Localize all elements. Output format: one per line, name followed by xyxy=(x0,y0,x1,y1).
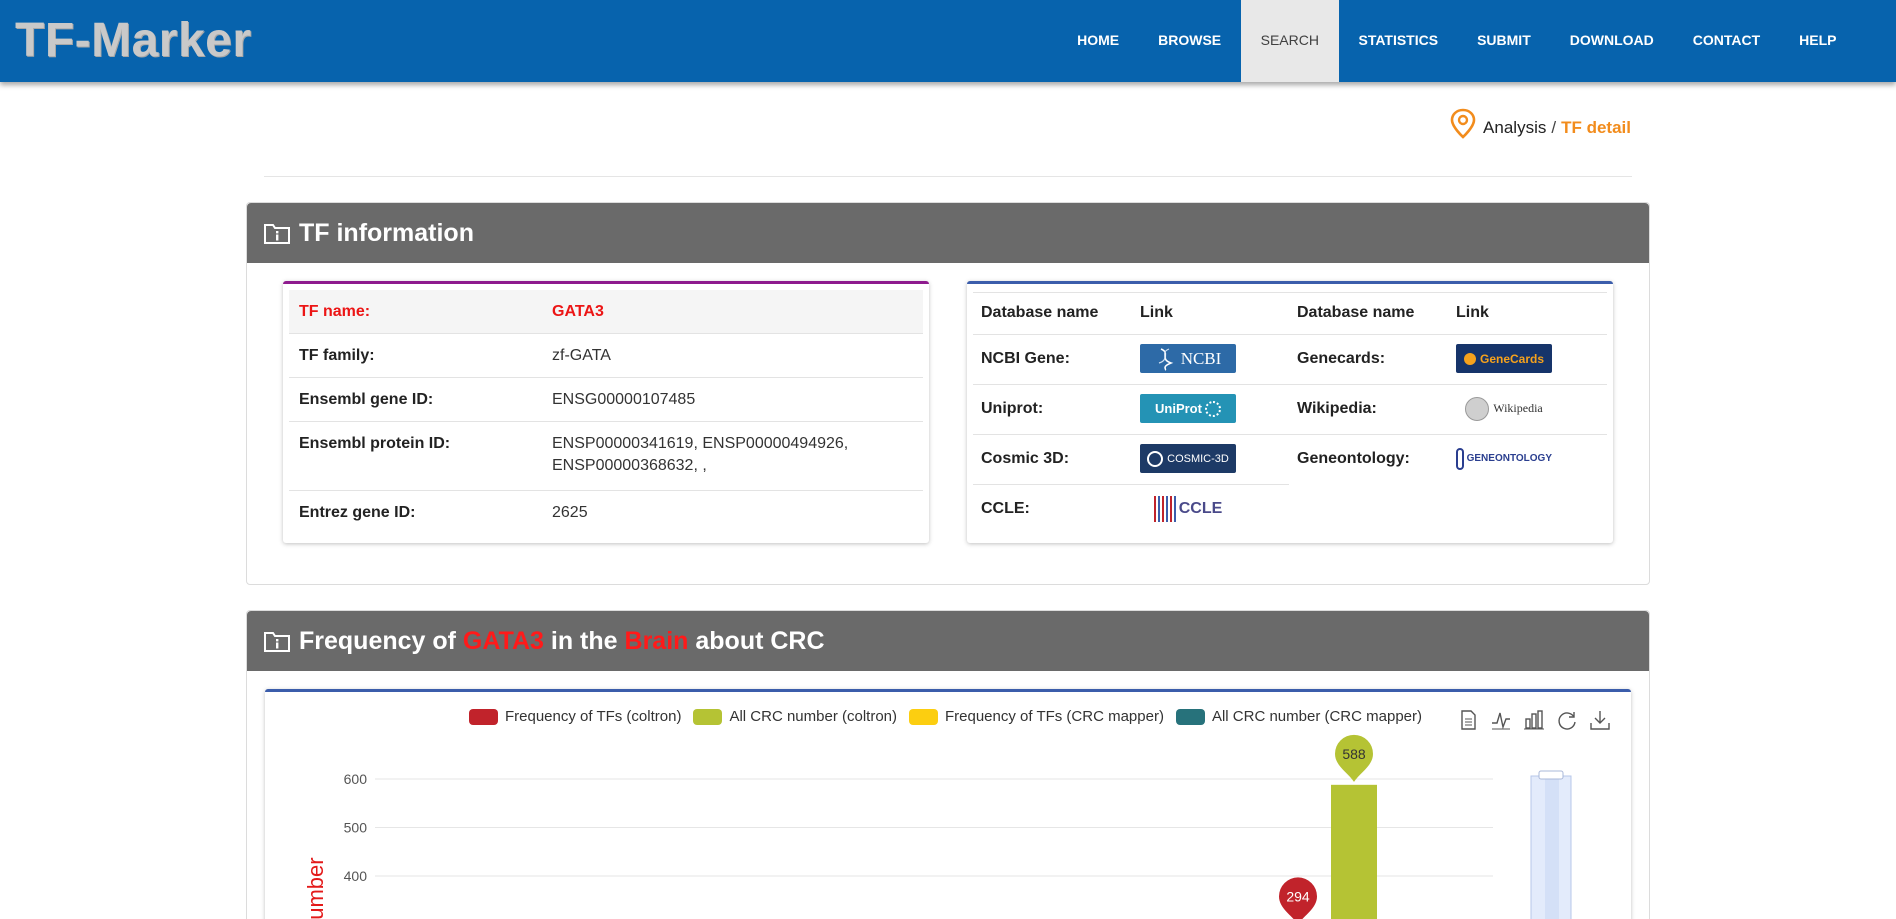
db-name-header-1: Database name xyxy=(981,304,1099,321)
frequency-title-1: Frequency of xyxy=(299,626,463,655)
site-logo[interactable]: TF-Marker xyxy=(15,13,252,68)
db-wikipedia-label: Wikipedia: xyxy=(1297,400,1377,417)
tf-name-value: GATA3 xyxy=(552,303,604,320)
entrez-gene-label: Entrez gene ID: xyxy=(299,504,416,521)
cosmic-3d-logo-link[interactable]: COSMIC-3D xyxy=(1140,444,1236,473)
nav-search[interactable]: SEARCH xyxy=(1240,0,1339,82)
info-folder-icon xyxy=(264,224,290,244)
info-folder-icon xyxy=(264,632,290,652)
bar-coltron-all xyxy=(1331,784,1377,919)
ccle-logo-link[interactable]: CCLE xyxy=(1140,494,1236,523)
geneontology-mark-icon xyxy=(1456,447,1464,470)
wikipedia-globe-icon xyxy=(1465,396,1490,421)
frequency-panel: Frequency of GATA3 in the Brain about CR… xyxy=(246,610,1650,919)
frequency-title-tissue: Brain xyxy=(624,626,689,655)
tf-information-title: TF information xyxy=(299,218,474,247)
row-tf-name: TF name: GATA3 xyxy=(289,290,923,334)
row-ensembl-protein: Ensembl protein ID: ENSP00000341619, ENS… xyxy=(289,422,923,491)
top-navbar: TF-Marker HOME BROWSE SEARCH STATISTICS … xyxy=(0,0,1896,82)
tf-family-value: zf-GATA xyxy=(552,347,611,364)
breadcrumb-separator: / xyxy=(1551,118,1557,137)
db-link-header-1: Link xyxy=(1140,304,1173,321)
ncbi-helix-icon xyxy=(1158,347,1174,371)
breadcrumb-current: TF detail xyxy=(1561,118,1631,137)
data-label: 588 xyxy=(1342,746,1366,762)
nav-browse[interactable]: BROWSE xyxy=(1139,0,1241,82)
entrez-gene-value: 2625 xyxy=(552,504,588,521)
uniprot-mark-icon xyxy=(1204,400,1221,417)
frequency-title-3: about CRC xyxy=(688,626,825,655)
db-ncbi-label: NCBI Gene: xyxy=(981,350,1070,367)
location-pin-icon xyxy=(1450,108,1476,139)
frequency-title-tf: GATA3 xyxy=(462,626,544,655)
db-uniprot-label: Uniprot: xyxy=(981,400,1044,417)
db-cosmic-label: Cosmic 3D: xyxy=(981,450,1070,467)
tf-information-panel: TF information TF name: GATA3 TF family:… xyxy=(246,202,1650,585)
db-link-header-2: Link xyxy=(1456,304,1489,321)
ncbi-logo-link[interactable]: NCBI xyxy=(1140,344,1236,373)
nav-statistics[interactable]: STATISTICS xyxy=(1339,0,1458,82)
row-ensembl-gene: Ensembl gene ID: ENSG00000107485 xyxy=(289,378,923,422)
frequency-chart: Frequency of TFs (coltron) All CRC numbe… xyxy=(265,689,1631,919)
geneontology-logo-link[interactable]: GENEONTOLOGY xyxy=(1456,444,1552,473)
row-tf-family: TF family: zf-GATA xyxy=(289,334,923,378)
cosmic-mark-icon xyxy=(1147,450,1164,467)
db-ccle-label: CCLE: xyxy=(981,500,1030,517)
nav-contact[interactable]: CONTACT xyxy=(1673,0,1779,82)
nav-help[interactable]: HELP xyxy=(1780,0,1856,82)
db-geneontology-label: Geneontology: xyxy=(1297,450,1410,467)
wikipedia-logo-link[interactable]: Wikipedia xyxy=(1456,394,1552,423)
y-tick-label: 600 xyxy=(344,771,368,787)
genecards-logo-link[interactable]: GeneCards xyxy=(1456,344,1552,373)
main-nav: HOME BROWSE SEARCH STATISTICS SUBMIT DOW… xyxy=(1058,0,1856,82)
breadcrumb-analysis[interactable]: Analysis xyxy=(1483,118,1546,138)
y-tick-label: 500 xyxy=(344,820,368,836)
y-tick-label: 400 xyxy=(344,868,368,884)
ensembl-protein-value: ENSP00000341619, ENSP00000494926, ENSP00… xyxy=(552,435,849,474)
nav-download[interactable]: DOWNLOAD xyxy=(1550,0,1673,82)
tf-details-card: TF name: GATA3 TF family: zf-GATA Ensemb… xyxy=(283,281,929,543)
data-label: 294 xyxy=(1286,888,1310,904)
nav-submit[interactable]: SUBMIT xyxy=(1458,0,1551,82)
bar-chart-canvas: 300400500600number294588 xyxy=(303,734,1572,919)
ensembl-protein-label: Ensembl protein ID: xyxy=(299,435,451,452)
db-genecards-label: Genecards: xyxy=(1297,350,1386,367)
tf-family-label: TF family: xyxy=(299,347,375,364)
ensembl-gene-label: Ensembl gene ID: xyxy=(299,391,434,408)
frequency-title-2: in the xyxy=(543,626,625,655)
zoom-slider-handle xyxy=(1538,770,1564,780)
y-axis-label: number xyxy=(303,857,328,919)
db-name-header-2: Database name xyxy=(1297,304,1415,321)
genecards-mark-icon xyxy=(1463,352,1476,365)
breadcrumb: Analysis / TF detail xyxy=(1449,108,1631,140)
database-links-card: Database name Link Database name Link NC… xyxy=(967,281,1613,543)
tf-information-header: TF information xyxy=(247,203,1649,263)
header-divider xyxy=(264,176,1632,177)
frequency-header: Frequency of GATA3 in the Brain about CR… xyxy=(247,611,1649,671)
tf-name-label: TF name: xyxy=(299,303,371,320)
ensembl-gene-value: ENSG00000107485 xyxy=(552,391,696,408)
uniprot-logo-link[interactable]: UniProt xyxy=(1140,394,1236,423)
row-entrez-gene: Entrez gene ID: 2625 xyxy=(289,491,923,535)
ccle-barcode-icon xyxy=(1153,495,1176,522)
nav-home[interactable]: HOME xyxy=(1058,0,1139,82)
zoom-slider-fill xyxy=(1545,776,1559,919)
